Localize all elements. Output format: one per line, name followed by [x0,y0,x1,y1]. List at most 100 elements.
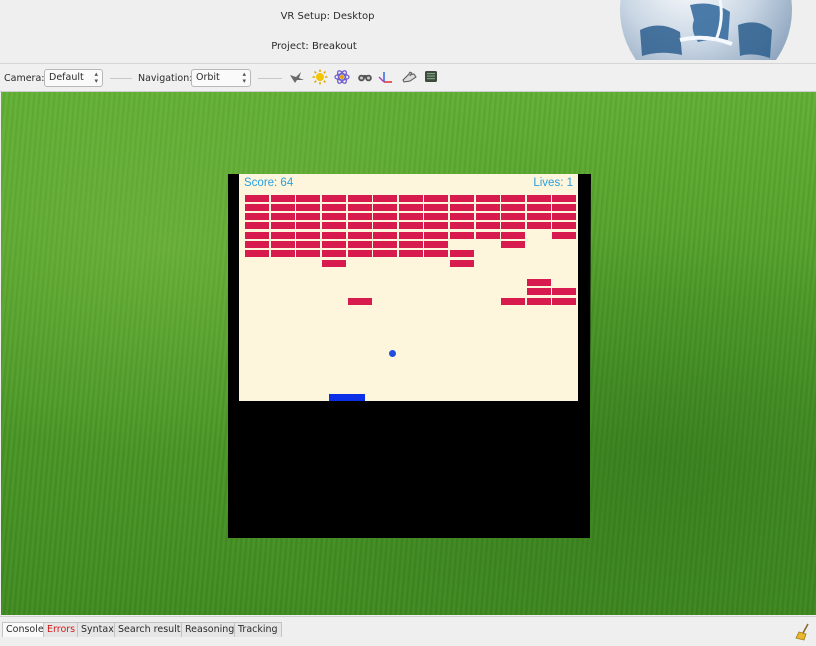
brick [373,195,397,202]
brick [245,250,269,257]
separator [110,78,132,79]
brick [476,222,500,229]
brick [245,195,269,202]
paddle[interactable] [329,394,365,401]
brick [296,213,320,220]
brick [296,204,320,211]
brick [271,213,295,220]
brick [348,298,372,305]
brick [271,204,295,211]
brick [296,222,320,229]
brick [424,195,448,202]
brick [424,222,448,229]
brick [424,241,448,248]
tab-tracking[interactable]: Tracking [234,622,282,637]
brick [348,232,372,239]
brick [245,213,269,220]
brick [245,232,269,239]
toolbar: Camera: Default ▴ ▾ Navigation: Orbit ▴ ▾ [0,64,816,92]
brick [399,222,423,229]
lives-label: Lives: 1 [533,177,573,189]
brick [501,195,525,202]
brick [322,222,346,229]
tab-reasoning[interactable]: Reasoning [181,622,239,637]
brick [527,204,551,211]
brick [527,222,551,229]
brick [348,250,372,257]
brick [373,250,397,257]
brick [552,213,576,220]
brick [450,195,474,202]
spin-arrows-icon: ▴ ▾ [94,70,98,85]
atom-icon[interactable] [334,69,350,85]
brick [399,195,423,202]
brick [424,232,448,239]
brick [399,232,423,239]
brick [296,250,320,257]
brick [476,195,500,202]
tab-syntax[interactable]: Syntax [77,622,118,637]
clear-console-broom-icon[interactable] [795,623,811,641]
tab-console[interactable]: Console [2,622,48,637]
project-label: Project: Breakout [271,41,357,52]
brick [424,204,448,211]
brick [296,232,320,239]
brick [271,250,295,257]
bird-icon[interactable] [289,69,305,85]
brick [399,250,423,257]
brick [399,204,423,211]
monitor-icon[interactable] [423,69,439,85]
brick [552,195,576,202]
brick [527,288,551,295]
brick [501,204,525,211]
brick [450,213,474,220]
brick [322,250,346,257]
brick [348,213,372,220]
camera-select[interactable]: Default ▴ ▾ [44,69,103,87]
navigation-select[interactable]: Orbit ▴ ▾ [191,69,251,87]
brick [348,222,372,229]
brick [271,195,295,202]
brick [348,195,372,202]
brick [424,213,448,220]
sun-icon[interactable] [312,69,328,85]
tab-search-results[interactable]: Search results [114,622,190,637]
brick [322,195,346,202]
brick [322,204,346,211]
binoculars-icon[interactable] [357,69,373,85]
brick [476,213,500,220]
brick [322,241,346,248]
camera-select-value: Default [49,72,84,83]
brick [322,232,346,239]
brick [373,213,397,220]
brick [373,241,397,248]
brick [527,213,551,220]
brick [476,204,500,211]
axes-icon[interactable] [378,69,394,85]
brick [552,288,576,295]
brick [527,279,551,286]
brick [450,232,474,239]
brick [271,222,295,229]
brick [501,213,525,220]
header: VR Setup: Desktop Project: Breakout [0,0,816,64]
brick [348,241,372,248]
brick [373,222,397,229]
breakout-game-area[interactable]: Score: 64 Lives: 1 [239,174,578,401]
brick [296,241,320,248]
brick [245,204,269,211]
brick [296,195,320,202]
brick [245,241,269,248]
brick [424,250,448,257]
brick [450,204,474,211]
brick [348,204,372,211]
brick [552,222,576,229]
brick [552,204,576,211]
tab-errors[interactable]: Errors [43,622,80,637]
hand-icon[interactable] [401,69,417,85]
brick [527,298,551,305]
brick [271,232,295,239]
brick [552,298,576,305]
brick [527,195,551,202]
camera-label: Camera: [4,73,45,84]
